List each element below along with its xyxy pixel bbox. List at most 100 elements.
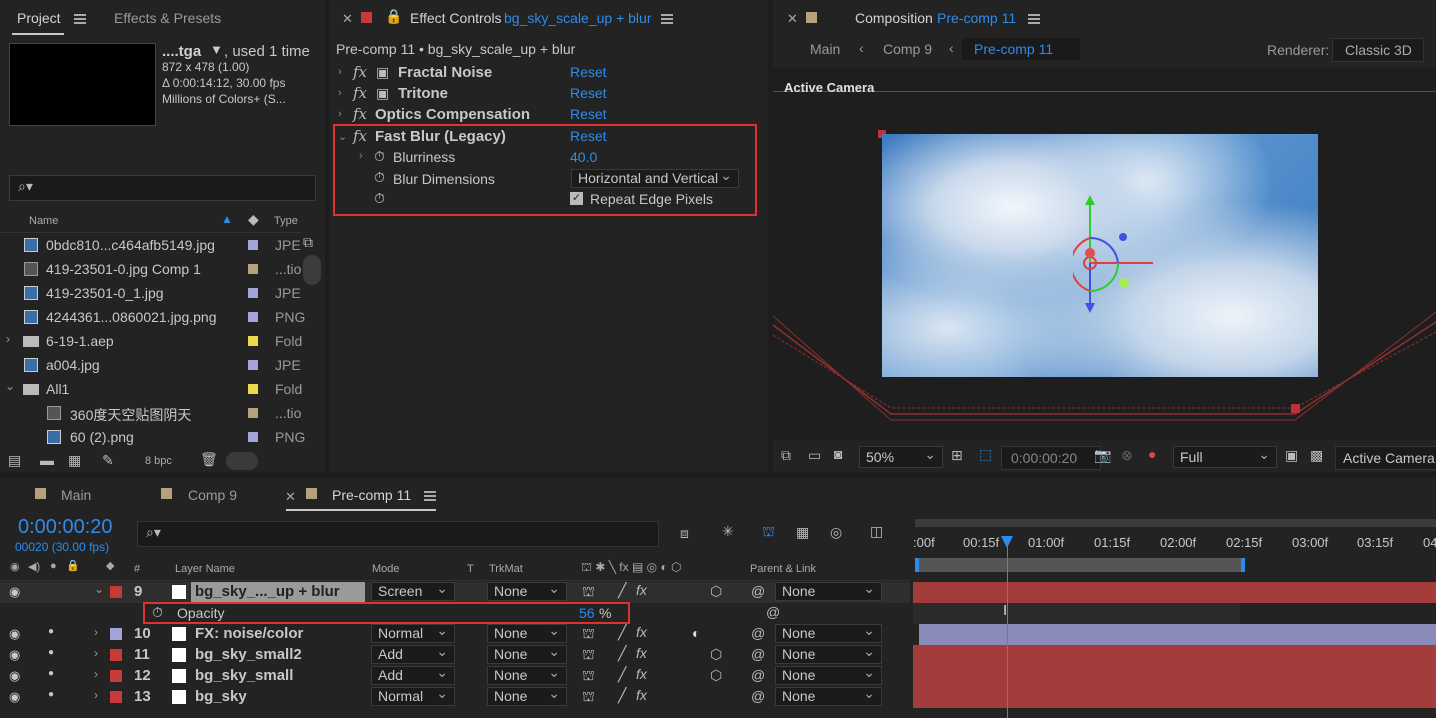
playhead[interactable] — [1007, 536, 1008, 718]
tab-precomp11[interactable]: Pre-comp 11 — [332, 487, 411, 503]
layer-row-12[interactable]: ◉ ● › 12 bg_sky_small Add None ⛫ ╱ fx ⬡ … — [0, 664, 910, 687]
list-item[interactable]: 60 (2).png PNG — [0, 426, 305, 449]
column-name[interactable]: Name — [29, 215, 58, 227]
mode-select[interactable]: Screen — [371, 580, 455, 601]
list-item[interactable]: 419-23501-0.jpg Comp 1 ...tio — [0, 258, 301, 281]
chevron-right-icon[interactable]: › — [338, 66, 342, 78]
eye-icon[interactable]: ◉ — [9, 584, 20, 600]
work-area-top[interactable] — [915, 519, 1436, 527]
viewer[interactable]: Active Camera — [773, 68, 1436, 440]
tab-effect-layer[interactable]: bg_sky_scale_up + blur — [504, 10, 652, 26]
comp-flowchart-icon[interactable]: ⧈ — [680, 525, 689, 542]
project-settings-icon[interactable]: ✎ — [102, 452, 114, 469]
mode-select[interactable]: Add — [371, 643, 455, 664]
chevron-down-icon[interactable]: ⌄ — [5, 379, 15, 393]
draft-3d-icon[interactable]: ✳ — [722, 523, 734, 540]
frame-blending-icon[interactable]: ▦ — [796, 524, 809, 541]
fx-icon[interactable]: fx — [353, 105, 367, 123]
layer-row-11[interactable]: ◉ ● › 11 bg_sky_small2 Add None ⛫ ╱ fx ⬡… — [0, 643, 910, 666]
tab-comp-name[interactable]: Pre-comp 11 — [937, 10, 1016, 26]
new-composition-icon[interactable]: ▦ — [68, 452, 81, 469]
shy-switch-icon[interactable]: ⛫ — [582, 688, 595, 707]
breadcrumb-main[interactable]: Main — [810, 41, 840, 57]
renderer-button[interactable]: Classic 3D — [1332, 38, 1424, 62]
graph-editor-icon[interactable]: ◫ — [870, 523, 883, 540]
pickwhip-icon[interactable]: @ — [751, 646, 765, 662]
flowchart-icon[interactable]: ⧉ — [303, 234, 313, 251]
solo-icon[interactable]: ● — [48, 689, 54, 700]
reset-link[interactable]: Reset — [570, 85, 607, 101]
layer-bar-9[interactable] — [913, 582, 1436, 603]
col-parent[interactable]: Parent & Link — [750, 563, 816, 575]
label-swatch[interactable] — [110, 649, 122, 661]
effect-tritone[interactable]: › fx ▣ Tritone Reset — [333, 84, 745, 105]
effect-fractal-noise[interactable]: › fx ▣ Fractal Noise Reset — [333, 63, 745, 84]
fx-switch-icon[interactable]: fx — [636, 687, 647, 703]
chevron-right-icon[interactable]: › — [338, 87, 342, 99]
tab-effects-presets[interactable]: Effects & Presets — [114, 10, 221, 26]
col-mode[interactable]: Mode — [372, 563, 400, 575]
eye-icon[interactable]: ◉ — [9, 626, 20, 642]
project-menu-icon[interactable] — [74, 14, 86, 24]
col-layer-name[interactable]: Layer Name — [175, 563, 235, 575]
layer-name[interactable]: bg_sky_small2 — [195, 646, 302, 663]
fx-icon[interactable]: fx — [353, 84, 367, 102]
trkmat-select[interactable]: None — [487, 685, 567, 706]
layer-name[interactable]: bg_sky_small — [195, 667, 293, 684]
parent-select[interactable]: None — [775, 664, 882, 685]
lock-icon[interactable]: 🔒 — [66, 559, 80, 572]
mode-select[interactable]: Normal — [371, 622, 455, 643]
3d-layer-icon[interactable]: ⬡ — [710, 667, 722, 684]
quality-switch-icon[interactable]: ╱ — [618, 666, 626, 683]
chevron-right-icon[interactable]: › — [94, 646, 98, 660]
zoom-select[interactable]: 50% — [859, 444, 943, 468]
quality-switch-icon[interactable]: ╱ — [618, 687, 626, 704]
breadcrumb-precomp11[interactable]: Pre-comp 11 — [962, 38, 1080, 60]
parent-select[interactable]: None — [775, 685, 882, 706]
reset-link[interactable]: Reset — [570, 106, 607, 122]
layer-bar-12[interactable] — [913, 666, 1436, 687]
camera-icon[interactable]: 📷 — [1094, 447, 1111, 464]
trkmat-select[interactable]: None — [487, 580, 567, 601]
fx-switch-icon[interactable]: fx — [636, 582, 647, 598]
tab-effect-controls[interactable]: Effect Controls — [410, 10, 502, 26]
trkmat-select[interactable]: None — [487, 643, 567, 664]
current-time-field[interactable]: 0:00:00:20 — [1001, 446, 1101, 470]
reset-link[interactable]: Reset — [570, 64, 607, 80]
mode-select[interactable]: Normal — [371, 685, 455, 706]
layer-name-box[interactable]: bg_sky_..._up + blur — [191, 582, 365, 602]
eye-icon[interactable]: ◉ — [10, 560, 20, 573]
quality-switch-icon[interactable]: ╱ — [618, 624, 626, 641]
chevron-right-icon[interactable]: › — [6, 332, 10, 346]
layer-bar-10[interactable] — [919, 624, 1436, 645]
trkmat-select[interactable]: None — [487, 622, 567, 643]
channels-icon[interactable]: ● — [1148, 446, 1156, 462]
layer-bar-13[interactable] — [913, 687, 1436, 708]
chevron-right-icon[interactable]: › — [94, 625, 98, 639]
chevron-right-icon[interactable]: › — [94, 688, 98, 702]
show-snapshot-icon[interactable]: ⊗ — [1121, 447, 1133, 464]
motion-blur-icon[interactable]: ◎ — [830, 524, 842, 541]
parent-select[interactable]: None — [775, 622, 882, 643]
audio-icon[interactable]: ◀) — [28, 560, 40, 573]
pickwhip-icon[interactable]: @ — [751, 688, 765, 704]
pickwhip-icon[interactable]: @ — [751, 583, 765, 599]
layer-bar-11[interactable] — [913, 645, 1436, 666]
eye-icon[interactable]: ◉ — [9, 689, 20, 705]
transparency-grid-icon[interactable]: ▩ — [1310, 447, 1323, 464]
list-item[interactable]: 0bdc810...c464afb5149.jpg JPE — [0, 234, 301, 257]
list-item[interactable]: a004.jpg JPE — [0, 354, 301, 377]
new-folder-icon[interactable]: ▬ — [40, 452, 54, 468]
project-search-input[interactable]: ⌕▾ — [9, 175, 316, 201]
trash-icon[interactable]: 🗑 — [200, 451, 218, 468]
tab-main[interactable]: Main — [61, 487, 91, 503]
label-swatch[interactable] — [110, 628, 122, 640]
tab-project[interactable]: Project — [17, 10, 61, 26]
bit-depth-button[interactable]: 8 bpc — [145, 455, 172, 467]
chevron-right-icon[interactable]: › — [338, 108, 342, 120]
quality-switch-icon[interactable]: ╱ — [618, 645, 626, 662]
solo-icon[interactable]: ● — [48, 626, 54, 637]
3d-layer-icon[interactable]: ⬡ — [710, 583, 722, 600]
timeline-timecode[interactable]: 0:00:00:20 — [18, 516, 113, 539]
adjustment-layer-icon[interactable]: ◐ — [692, 625, 700, 641]
